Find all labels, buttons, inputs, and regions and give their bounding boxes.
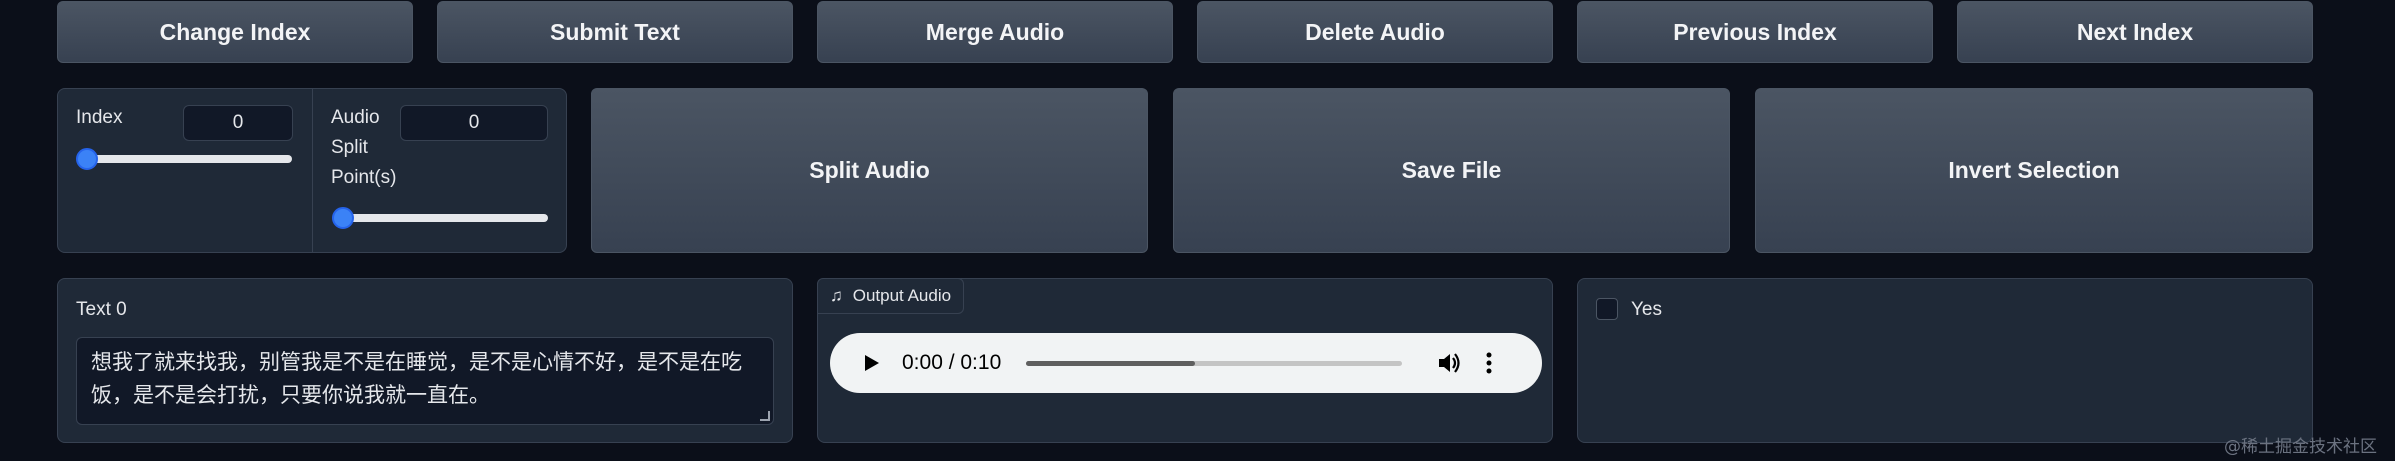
yes-checkbox[interactable] (1596, 298, 1618, 320)
watermark-text: @稀土掘金技术社区 (2224, 437, 2377, 457)
index-slider-thumb[interactable] (76, 148, 98, 170)
slider-controls-panel: Index Audio Split Point(s) (57, 88, 567, 253)
change-index-button[interactable]: Change Index (57, 1, 413, 63)
audio-progress-track[interactable] (1026, 360, 1403, 366)
next-index-button[interactable]: Next Index (1957, 1, 2313, 63)
save-file-button[interactable]: Save File (1173, 88, 1730, 253)
audio-time-display: 0:00 / 0:10 (902, 351, 1002, 374)
audio-progress-fill (1026, 360, 1196, 366)
audio-split-number-input[interactable] (400, 105, 548, 141)
output-audio-tab: ♫ Output Audio (817, 278, 965, 314)
index-slider-track[interactable] (80, 155, 292, 163)
merge-audio-button[interactable]: Merge Audio (817, 1, 1173, 63)
delete-audio-button[interactable]: Delete Audio (1197, 1, 1553, 63)
audio-split-label-3: Point(s) (331, 167, 397, 188)
music-note-icon: ♫ (830, 286, 843, 305)
split-audio-button[interactable]: Split Audio (591, 88, 1148, 253)
index-label: Index (76, 107, 123, 128)
audio-split-label-1: Audio (331, 107, 380, 128)
audio-split-label-2: Split (331, 137, 368, 158)
text-label: Text 0 (76, 299, 127, 320)
audio-split-slider-thumb[interactable] (332, 207, 354, 229)
transcript-textarea[interactable]: 想我了就来找我，别管我是不是在睡觉，是不是心情不好，是不是在吃饭，是不是会打扰，… (76, 337, 774, 425)
output-audio-panel: ♫ Output Audio 0:00 / 0:10 (817, 278, 1553, 443)
textarea-resize-grip[interactable] (760, 411, 770, 421)
audio-player[interactable]: 0:00 / 0:10 (830, 333, 1542, 393)
volume-icon[interactable] (1436, 350, 1462, 376)
play-icon[interactable] (860, 352, 882, 374)
output-audio-label: Output Audio (852, 286, 952, 305)
checkbox-panel: Yes (1577, 278, 2313, 443)
invert-selection-button[interactable]: Invert Selection (1755, 88, 2313, 253)
text-panel: Text 0 想我了就来找我，别管我是不是在睡觉，是不是心情不好，是不是在吃饭，… (57, 278, 793, 443)
index-number-input[interactable] (183, 105, 293, 141)
more-options-icon[interactable] (1484, 351, 1494, 375)
yes-checkbox-label: Yes (1631, 299, 1662, 320)
submit-text-button[interactable]: Submit Text (437, 1, 793, 63)
panel-divider (312, 89, 313, 252)
previous-index-button[interactable]: Previous Index (1577, 1, 1933, 63)
audio-split-slider-track[interactable] (336, 214, 548, 222)
